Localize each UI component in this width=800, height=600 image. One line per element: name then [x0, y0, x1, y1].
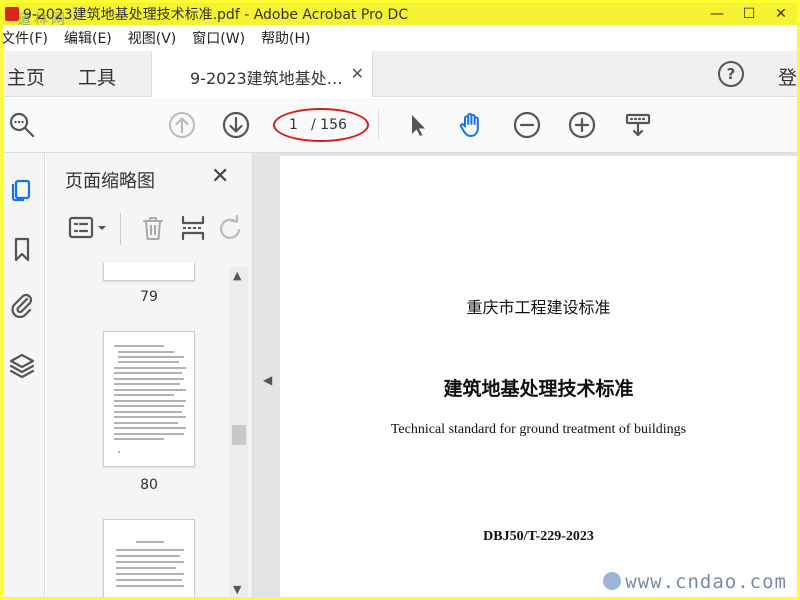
- minimize-button[interactable]: —: [701, 6, 733, 22]
- menu-edit[interactable]: 编辑(E): [64, 28, 120, 48]
- delete-page-icon[interactable]: [138, 213, 168, 243]
- scroll-up-icon[interactable]: ▲: [233, 269, 241, 282]
- scroll-down-icon[interactable]: ▼: [233, 583, 241, 596]
- scrollbar-thumb[interactable]: [232, 425, 246, 445]
- doc-standard-category: 重庆市工程建设标准: [466, 298, 611, 317]
- tab-document[interactable]: 9-2023建筑地基处… ✕: [151, 51, 373, 97]
- panel-tool-divider: [120, 213, 121, 245]
- sign-in-button[interactable]: 登: [778, 63, 797, 90]
- thumbnail-page-79[interactable]: [103, 263, 195, 281]
- toolbar-divider: [378, 110, 379, 140]
- menu-help[interactable]: 帮助(H): [261, 28, 318, 48]
- acrobat-window: 9-2023建筑地基处理技术标准.pdf - Adobe Acrobat Pro…: [3, 3, 797, 597]
- thumbnail-scrollbar[interactable]: ▲ ▼: [230, 267, 248, 597]
- select-cursor-icon[interactable]: [402, 110, 432, 140]
- document-page: 重庆市工程建设标准 建筑地基处理技术标准 Technical standard …: [280, 156, 797, 597]
- help-icon[interactable]: ?: [718, 61, 744, 87]
- document-area: ◀ 重庆市工程建设标准 建筑地基处理技术标准 Technical standar…: [253, 153, 797, 597]
- next-page-icon[interactable]: [221, 110, 251, 140]
- menu-bar: 文件(F) 编辑(E) 视图(V) 窗口(W) 帮助(H): [3, 25, 797, 51]
- tab-document-label: 9-2023建筑地基处…: [190, 69, 343, 88]
- doc-standard-number: DBJ50/T-229-2023: [483, 529, 594, 544]
- hand-tool-icon[interactable]: [456, 110, 486, 140]
- thumbnails-panel: 页面缩略图 ✕ 79 80 ▲ ▼: [46, 153, 253, 597]
- bookmarks-icon[interactable]: [8, 235, 36, 263]
- navigation-rail: [3, 153, 45, 597]
- menu-window[interactable]: 窗口(W): [192, 28, 253, 48]
- thumbnail-page-80[interactable]: [103, 331, 195, 467]
- maximize-button[interactable]: ☐: [733, 6, 765, 22]
- tab-tools[interactable]: 工具: [78, 63, 116, 90]
- doc-title-chinese: 建筑地基处理技术标准: [443, 378, 634, 400]
- menu-view[interactable]: 视图(V): [128, 28, 185, 48]
- annotation-oval: [273, 108, 369, 142]
- attachments-icon[interactable]: [8, 290, 36, 319]
- layers-icon[interactable]: [8, 351, 36, 379]
- watermark-text: www.cndao.com: [625, 571, 787, 593]
- watermark-logo-icon: [603, 572, 622, 590]
- close-window-button[interactable]: ✕: [765, 6, 797, 22]
- toolbar: / 156: [3, 98, 797, 153]
- insert-page-icon[interactable]: [178, 213, 208, 243]
- window-title: 9-2023建筑地基处理技术标准.pdf - Adobe Acrobat Pro…: [23, 7, 409, 23]
- thumbnail-label-79: 79: [140, 289, 158, 305]
- menu-file[interactable]: 文件(F): [3, 28, 56, 48]
- previous-page-icon[interactable]: [167, 110, 197, 140]
- tab-close-icon[interactable]: ✕: [351, 64, 364, 83]
- panel-toolbar: [64, 213, 253, 247]
- watermark-bottom-right: www.cndao.com: [603, 571, 787, 593]
- page-thumbnails-icon[interactable]: [8, 175, 36, 203]
- search-icon[interactable]: [7, 110, 37, 140]
- panel-close-icon[interactable]: ✕: [211, 164, 229, 189]
- doc-title-english: Technical standard for ground treatment …: [390, 422, 687, 437]
- title-bar: 9-2023建筑地基处理技术标准.pdf - Adobe Acrobat Pro…: [3, 3, 797, 25]
- thumbnail-text-lines: [114, 345, 186, 453]
- tab-bar: 主页 工具 9-2023建筑地基处… ✕ ? 登: [3, 51, 797, 97]
- rotate-page-icon[interactable]: [216, 213, 246, 243]
- thumbnail-page-81[interactable]: [103, 519, 195, 597]
- tab-home[interactable]: 主页: [7, 63, 45, 90]
- collapse-panel-icon[interactable]: ◀: [263, 373, 272, 387]
- window-controls: — ☐ ✕: [701, 3, 797, 25]
- zoom-out-icon[interactable]: [512, 110, 542, 140]
- thumbnail-text-lines: [116, 541, 184, 587]
- thumbnail-label-80: 80: [140, 477, 158, 493]
- panel-title: 页面缩略图: [65, 171, 155, 192]
- zoom-in-icon[interactable]: [567, 110, 597, 140]
- thumbnail-options-icon[interactable]: [68, 213, 112, 243]
- read-mode-icon[interactable]: [623, 110, 653, 140]
- thumbnail-list: 79 80 ▲ ▼: [46, 263, 253, 597]
